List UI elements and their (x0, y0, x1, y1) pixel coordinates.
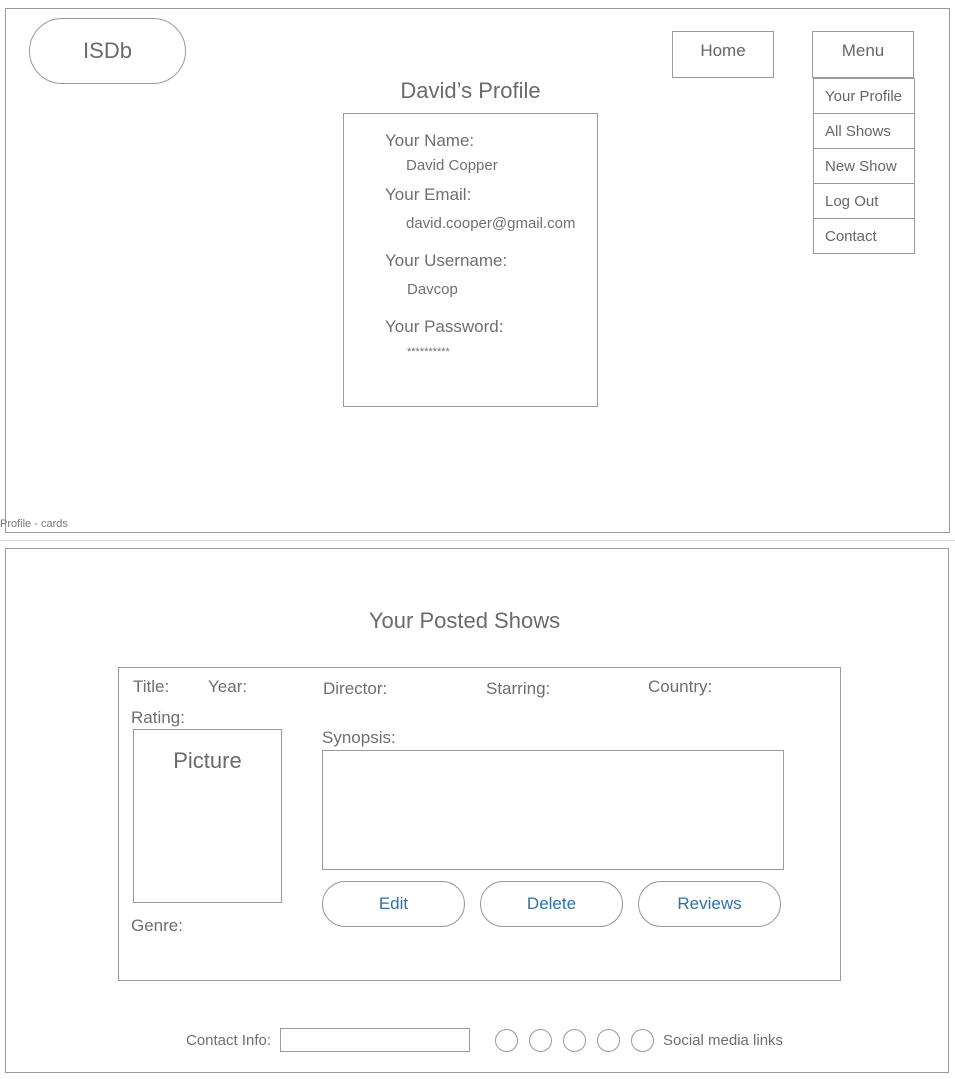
email-value: david.cooper@gmail.com (406, 215, 576, 232)
menu-item-your-profile[interactable]: Your Profile (813, 78, 915, 114)
reviews-button[interactable]: Reviews (638, 881, 781, 927)
social-media-label: Social media links (663, 1032, 784, 1049)
menu-item-new-show[interactable]: New Show (813, 148, 915, 184)
menu-item-label: Contact (825, 227, 877, 245)
delete-label: Delete (526, 894, 577, 913)
email-label: Your Email: (385, 185, 472, 204)
edit-button[interactable]: Edit (322, 881, 465, 927)
show-picture: Picture (133, 729, 282, 903)
social-link-2-icon[interactable] (529, 1029, 552, 1052)
social-link-1-icon[interactable] (495, 1029, 518, 1052)
show-starring-label: Starring: (486, 679, 551, 698)
contact-info-label: Contact Info: (186, 1032, 272, 1049)
menu-button[interactable]: Menu (812, 31, 914, 78)
password-value: ********** (407, 346, 450, 358)
frame-divider (0, 540, 955, 541)
logo-text: ISDb (83, 38, 132, 63)
contact-info-field[interactable] (280, 1028, 470, 1052)
social-link-4-icon[interactable] (597, 1029, 620, 1052)
menu-label: Menu (841, 40, 885, 60)
menu-item-label: Your Profile (825, 87, 902, 105)
show-country-label: Country: (648, 677, 713, 696)
show-synopsis-label: Synopsis: (322, 728, 396, 747)
social-link-5-icon[interactable] (631, 1029, 654, 1052)
show-genre-label: Genre: (131, 916, 183, 935)
logo-button[interactable]: ISDb (29, 18, 186, 84)
show-year-label: Year: (208, 677, 248, 696)
delete-button[interactable]: Delete (480, 881, 623, 927)
show-rating-label: Rating: (131, 708, 185, 727)
show-title-label: Title: (133, 677, 170, 696)
home-label: Home (700, 40, 746, 60)
name-value: David Copper (406, 157, 498, 174)
menu-item-all-shows[interactable]: All Shows (813, 113, 915, 149)
menu-item-log-out[interactable]: Log Out (813, 183, 915, 219)
shows-title: Your Posted Shows (368, 608, 561, 633)
menu-item-label: All Shows (825, 122, 891, 140)
home-button[interactable]: Home (672, 31, 774, 78)
show-director-label: Director: (323, 679, 388, 698)
username-label: Your Username: (385, 251, 508, 270)
picture-label: Picture (173, 748, 242, 773)
profile-title: David’s Profile (400, 78, 541, 103)
menu-item-contact[interactable]: Contact (813, 218, 915, 254)
menu-item-label: Log Out (825, 192, 879, 210)
edit-label: Edit (378, 894, 409, 913)
synopsis-box (322, 750, 784, 870)
password-label: Your Password: (385, 317, 504, 336)
frame-caption: Profile - cards (0, 518, 68, 530)
menu-item-label: New Show (825, 157, 897, 175)
social-link-3-icon[interactable] (563, 1029, 586, 1052)
name-label: Your Name: (385, 131, 475, 150)
reviews-label: Reviews (677, 894, 742, 913)
username-value: Davcop (407, 281, 458, 298)
